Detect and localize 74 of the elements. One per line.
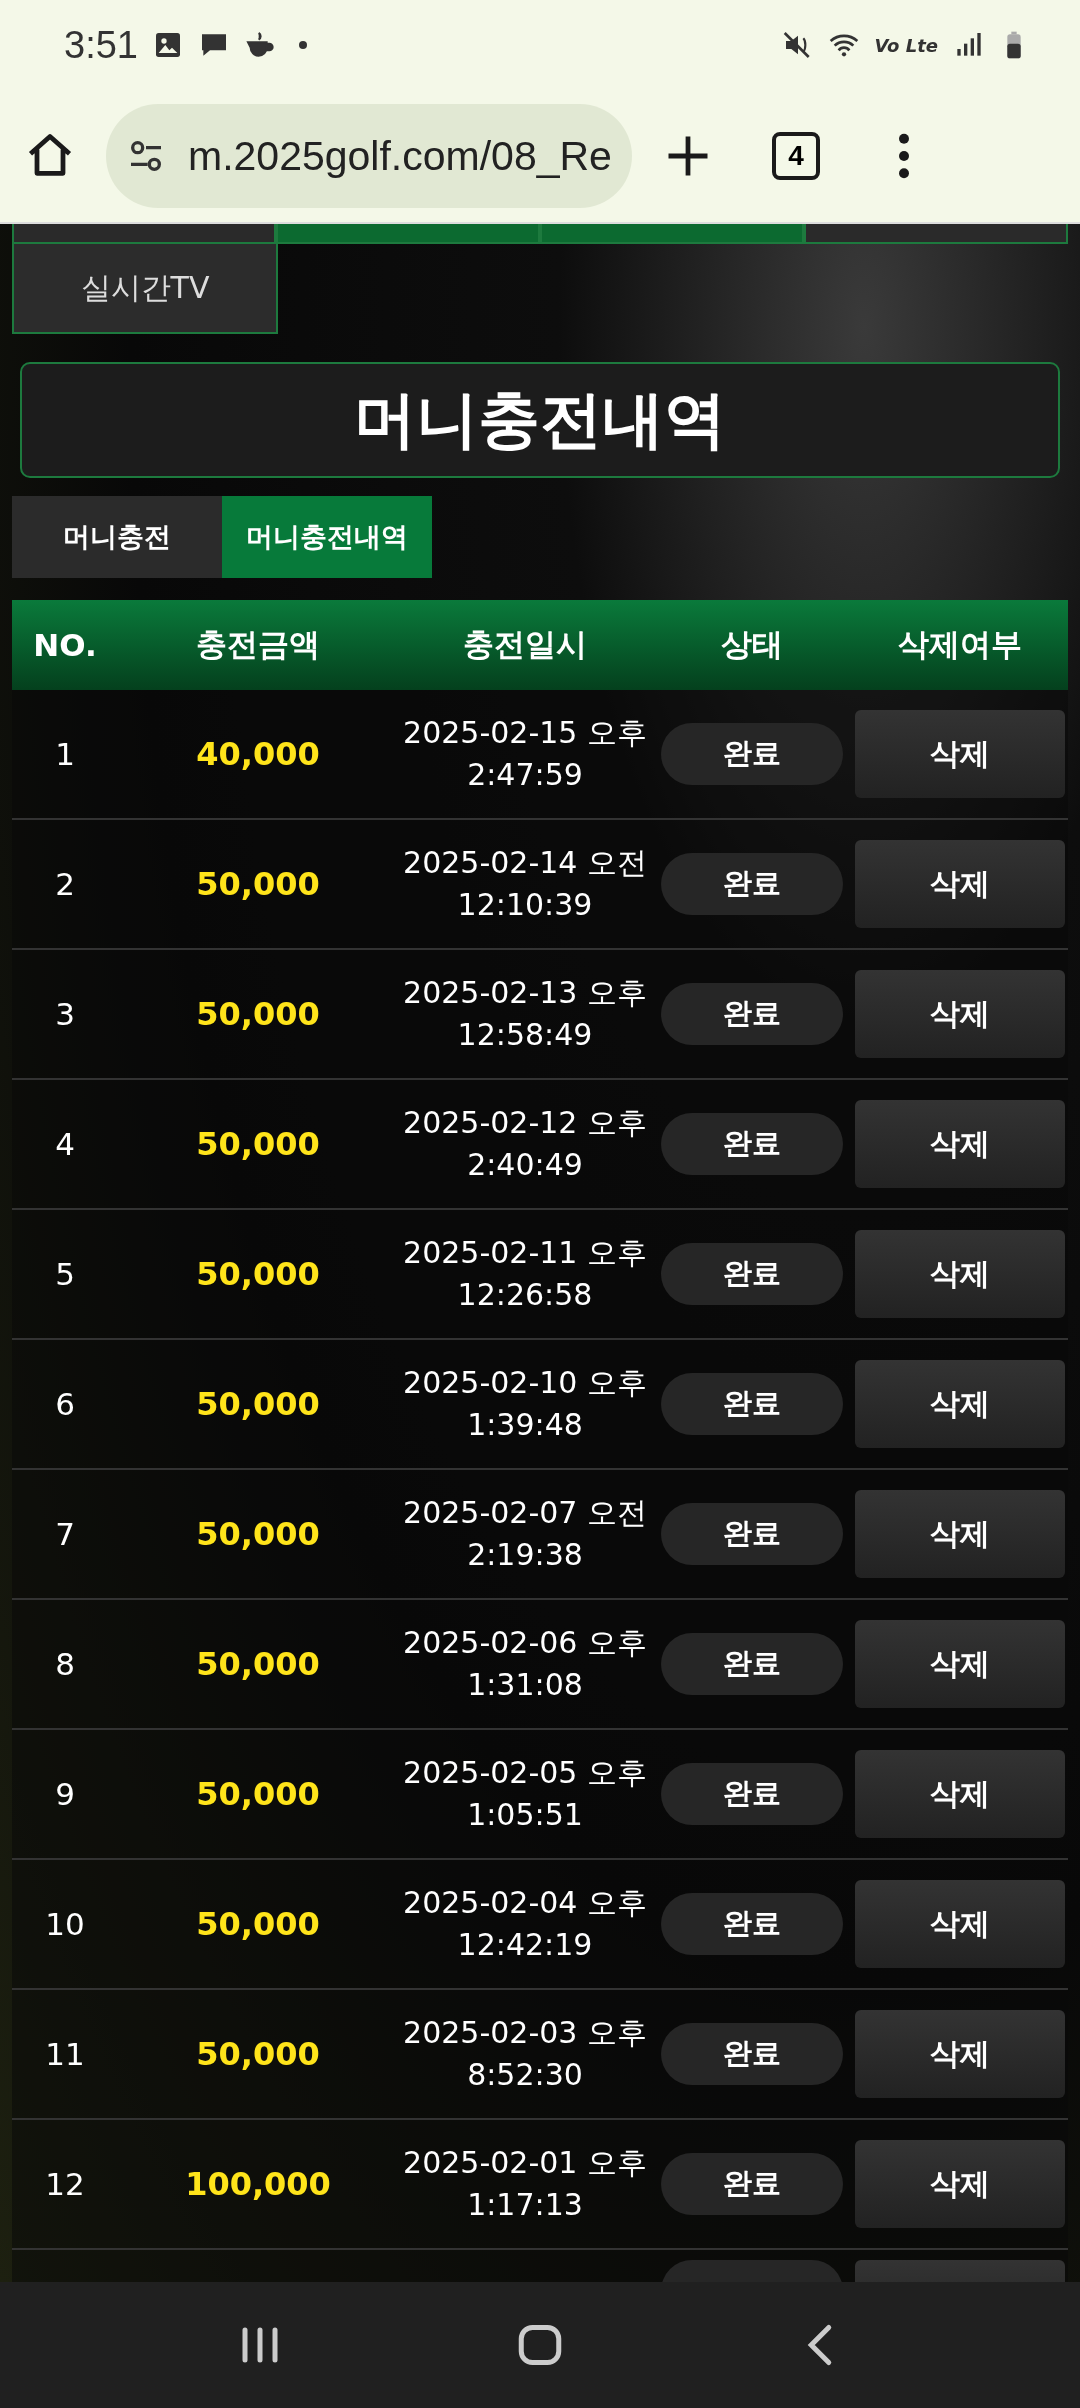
delete-button[interactable]: 삭제	[855, 1750, 1065, 1838]
amount-text: 50,000	[196, 1125, 320, 1163]
delete-button[interactable]: 삭제	[855, 1360, 1065, 1448]
delete-button[interactable]: 삭제	[855, 2010, 1065, 2098]
row-number: 9	[55, 1776, 75, 1812]
column-header: 충전금액	[196, 625, 320, 664]
row-number: 6	[55, 1386, 75, 1422]
status-badge: 완료	[661, 853, 843, 915]
column-header: NO.	[33, 627, 97, 663]
clock-time: 3:51	[64, 23, 138, 67]
status-badge: 완료	[661, 983, 843, 1045]
url-text: m.2025golf.com/08_Re	[188, 132, 612, 180]
datetime-text: 2025-02-10 오후 1:39:48	[403, 1364, 647, 1444]
tab[interactable]: 머니충전	[12, 496, 222, 578]
status-badge: 완료	[661, 723, 843, 785]
row-number: 7	[55, 1516, 75, 1552]
status-badge: 완료	[661, 1243, 843, 1305]
delete-button[interactable]: 삭제	[855, 970, 1065, 1058]
datetime-text: 2025-02-04 오후 12:42:19	[403, 1884, 647, 1964]
column-header: 상태	[721, 625, 783, 664]
delete-button[interactable]: 삭제	[855, 1880, 1065, 1968]
amount-text: 100,000	[185, 2165, 331, 2203]
amount-text: 40,000	[196, 735, 320, 773]
amount-text: 50,000	[196, 865, 320, 903]
tab[interactable]: 머니충전내역	[222, 496, 432, 578]
datetime-text: 2025-02-07 오전 2:19:38	[403, 1494, 647, 1574]
status-badge: 완료	[661, 1763, 843, 1825]
datetime-text: 2025-02-01 오후 1:17:13	[403, 2144, 647, 2224]
row-number: 4	[55, 1126, 75, 1162]
amount-text: 50,000	[196, 1255, 320, 1293]
amount-text: 50,000	[196, 2035, 320, 2073]
amount-text: 50,000	[196, 1775, 320, 1813]
status-badge: 완료	[661, 1893, 843, 1955]
row-number: 11	[45, 2036, 85, 2072]
delete-button[interactable]: 삭제	[855, 1490, 1065, 1578]
menu-cell[interactable]: 실시간TV	[12, 244, 278, 334]
delete-button[interactable]: 삭제	[855, 1230, 1065, 1318]
status-badge: 완료	[661, 2023, 843, 2085]
column-header: 충전일시	[463, 625, 587, 664]
datetime-text: 2025-02-06 오후 1:31:08	[403, 1624, 647, 1704]
status-badge: 완료	[661, 1503, 843, 1565]
datetime-text: 2025-02-13 오후 12:58:49	[403, 974, 647, 1054]
address-field[interactable]: m.2025golf.com/08_Re	[106, 104, 632, 208]
datetime-text: 2025-02-15 오후 2:47:59	[403, 714, 647, 794]
network-label: Vo Lte	[874, 34, 938, 56]
status-badge: 완료	[661, 1113, 843, 1175]
status-badge: 완료	[661, 1633, 843, 1695]
row-number: 8	[55, 1646, 75, 1682]
status-badge: 완료	[661, 2153, 843, 2215]
row-number: 2	[55, 866, 75, 902]
page-title: 머니충전내역	[20, 362, 1060, 478]
amount-text: 50,000	[196, 1515, 320, 1553]
delete-button[interactable]: 삭제	[855, 710, 1065, 798]
datetime-text: 2025-02-05 오후 1:05:51	[403, 1754, 647, 1834]
status-badge: 완료	[661, 1373, 843, 1435]
amount-text: 50,000	[196, 1645, 320, 1683]
delete-button[interactable]: 삭제	[855, 840, 1065, 928]
datetime-text: 2025-02-14 오전 12:10:39	[403, 844, 647, 924]
row-number: 12	[45, 2166, 85, 2202]
datetime-text: 2025-02-12 오후 2:40:49	[403, 1104, 647, 1184]
datetime-text: 2025-02-11 오후 12:26:58	[403, 1234, 647, 1314]
amount-text: 50,000	[196, 995, 320, 1033]
column-header: 삭제여부	[898, 625, 1022, 664]
amount-text: 50,000	[196, 1905, 320, 1943]
datetime-text: 2025-02-03 오후 8:52:30	[403, 2014, 647, 2094]
row-number: 3	[55, 996, 75, 1032]
tab-count-button[interactable]: 4	[771, 132, 820, 180]
delete-button[interactable]: 삭제	[855, 1100, 1065, 1188]
row-number: 10	[45, 1906, 85, 1942]
row-number: 5	[55, 1256, 75, 1292]
delete-button[interactable]: 삭제	[855, 1620, 1065, 1708]
amount-text: 50,000	[196, 1385, 320, 1423]
row-number: 1	[55, 736, 75, 772]
delete-button[interactable]: 삭제	[855, 2140, 1065, 2228]
